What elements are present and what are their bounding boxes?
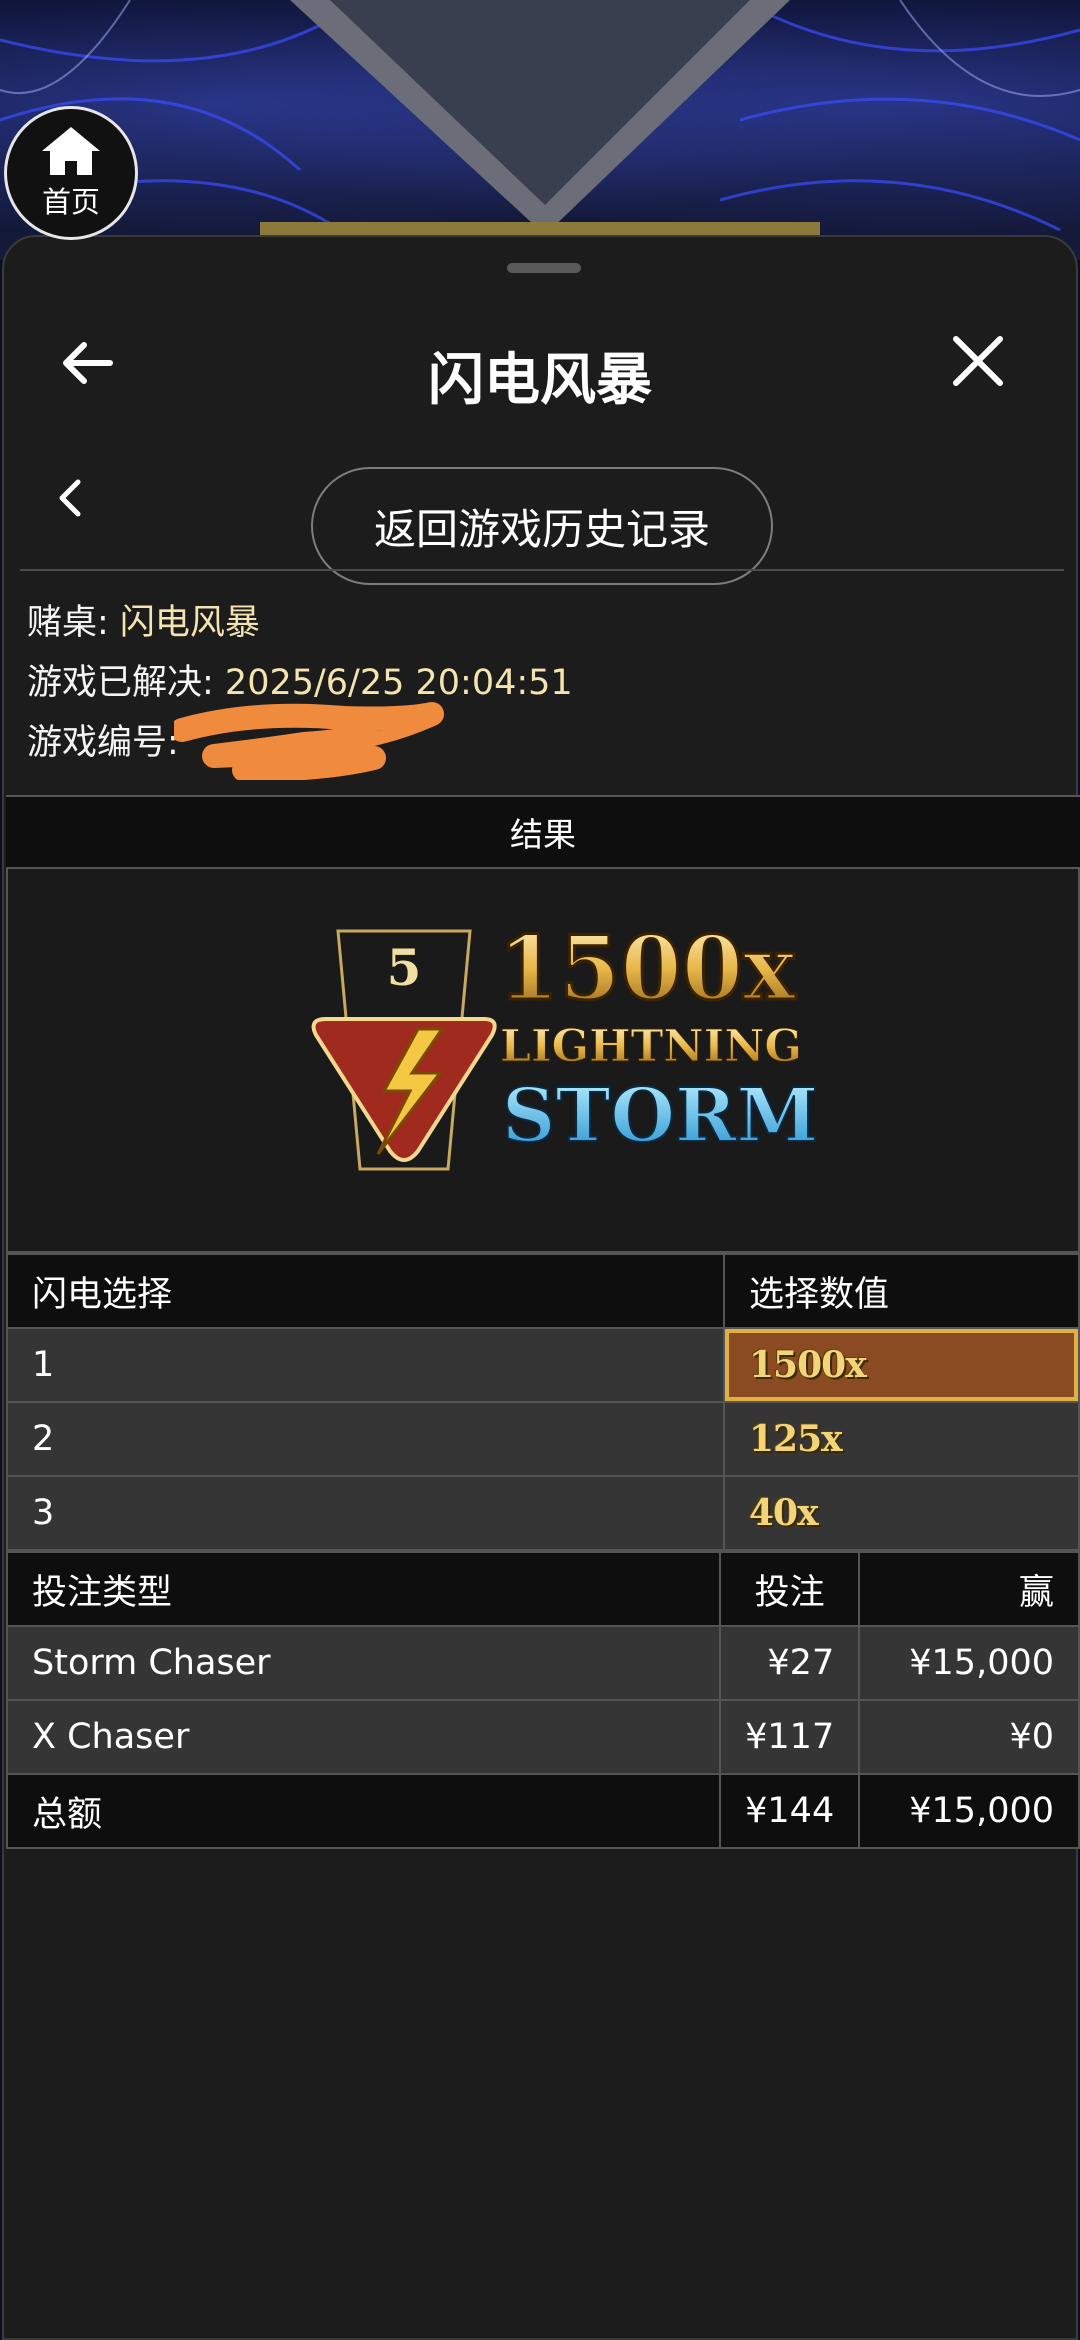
win-amount: ¥15,000 xyxy=(858,1625,1080,1701)
logo-line1: LIGHTNING xyxy=(500,1021,802,1072)
divider xyxy=(20,569,1064,571)
home-button[interactable]: 首页 xyxy=(4,106,138,240)
lightning-value: 125x xyxy=(723,1401,1080,1477)
lightning-choice: 3 xyxy=(6,1475,725,1551)
bet-amount: ¥117 xyxy=(719,1699,861,1775)
result-tables: 结果 5 1500x LIGHTNING STORM 闪电选择 选择数值 1 1… xyxy=(5,795,1080,1849)
resolved-value: 2025/6/25 20:04:51 xyxy=(224,663,573,703)
back-to-history-button[interactable]: 返回游戏历史记录 xyxy=(311,467,773,585)
col-header-choice: 闪电选择 xyxy=(6,1253,725,1329)
total-win: ¥15,000 xyxy=(858,1773,1080,1849)
logo-multiplier: 1500x xyxy=(498,916,797,1020)
logo-line2: STORM xyxy=(502,1073,818,1159)
lightning-row: 3 40x xyxy=(6,1475,1080,1551)
bet-amount: ¥27 xyxy=(719,1625,861,1701)
sheet-grabber[interactable] xyxy=(507,263,581,273)
lightning-row: 1 1500x xyxy=(6,1327,1080,1403)
close-icon[interactable] xyxy=(948,331,1008,391)
win-amount: ¥0 xyxy=(858,1699,1080,1775)
lightning-storm-logo: 5 1500x LIGHTNING STORM xyxy=(311,915,819,1171)
history-detail-sheet: 闪电风暴 返回游戏历史记录 赌桌: 闪电风暴 游戏已解决: 2025/6/25 … xyxy=(2,235,1080,2340)
col-header-value: 选择数值 xyxy=(723,1253,1080,1329)
resolved-label: 游戏已解决: xyxy=(27,663,225,703)
lightning-choice: 2 xyxy=(6,1401,725,1477)
game-id-label: 游戏编号: xyxy=(27,723,179,763)
result-section-title: 结果 xyxy=(6,795,1080,869)
bet-type: X Chaser xyxy=(5,1699,722,1775)
total-bet: ¥144 xyxy=(719,1773,861,1849)
lightning-choice: 1 xyxy=(6,1327,725,1403)
total-row: 总额 ¥144 ¥15,000 xyxy=(5,1773,1080,1849)
lightning-value: 40x xyxy=(723,1475,1080,1551)
table-label: 赌桌: xyxy=(27,603,120,643)
chevron-left-icon[interactable] xyxy=(50,476,90,520)
bet-type: Storm Chaser xyxy=(5,1625,722,1701)
lightning-table: 闪电选择 选择数值 1 1500x 2 125x 3 40x xyxy=(6,1253,1080,1551)
page-title: 闪电风暴 xyxy=(428,348,652,413)
redaction-scribble xyxy=(174,702,444,780)
sheet-header: 闪电风暴 xyxy=(4,297,1076,447)
col-header-win: 赢 xyxy=(858,1551,1080,1627)
col-header-bet-type: 投注类型 xyxy=(5,1551,722,1627)
history-nav: 返回游戏历史记录 xyxy=(4,432,1076,585)
col-header-bet: 投注 xyxy=(719,1551,861,1627)
lightning-row: 2 125x xyxy=(6,1401,1080,1477)
result-logo-cell: 5 1500x LIGHTNING STORM xyxy=(6,869,1080,1253)
lightning-value-highlighted: 1500x xyxy=(723,1327,1080,1403)
bet-row: Storm Chaser ¥27 ¥15,000 xyxy=(5,1625,1080,1701)
home-label: 首页 xyxy=(41,185,100,219)
logo-badge-number: 5 xyxy=(387,938,422,997)
home-icon xyxy=(42,127,100,175)
table-info-row: 赌桌: 闪电风暴 xyxy=(27,593,573,653)
bets-header-row: 投注类型 投注 赢 xyxy=(5,1551,1080,1627)
table-value: 闪电风暴 xyxy=(119,603,260,643)
bets-table: 投注类型 投注 赢 Storm Chaser ¥27 ¥15,000 X Cha… xyxy=(5,1551,1080,1849)
bet-row: X Chaser ¥117 ¥0 xyxy=(5,1699,1080,1775)
lightning-header-row: 闪电选择 选择数值 xyxy=(6,1253,1080,1329)
total-label: 总额 xyxy=(5,1773,722,1849)
game-background xyxy=(0,0,1080,260)
